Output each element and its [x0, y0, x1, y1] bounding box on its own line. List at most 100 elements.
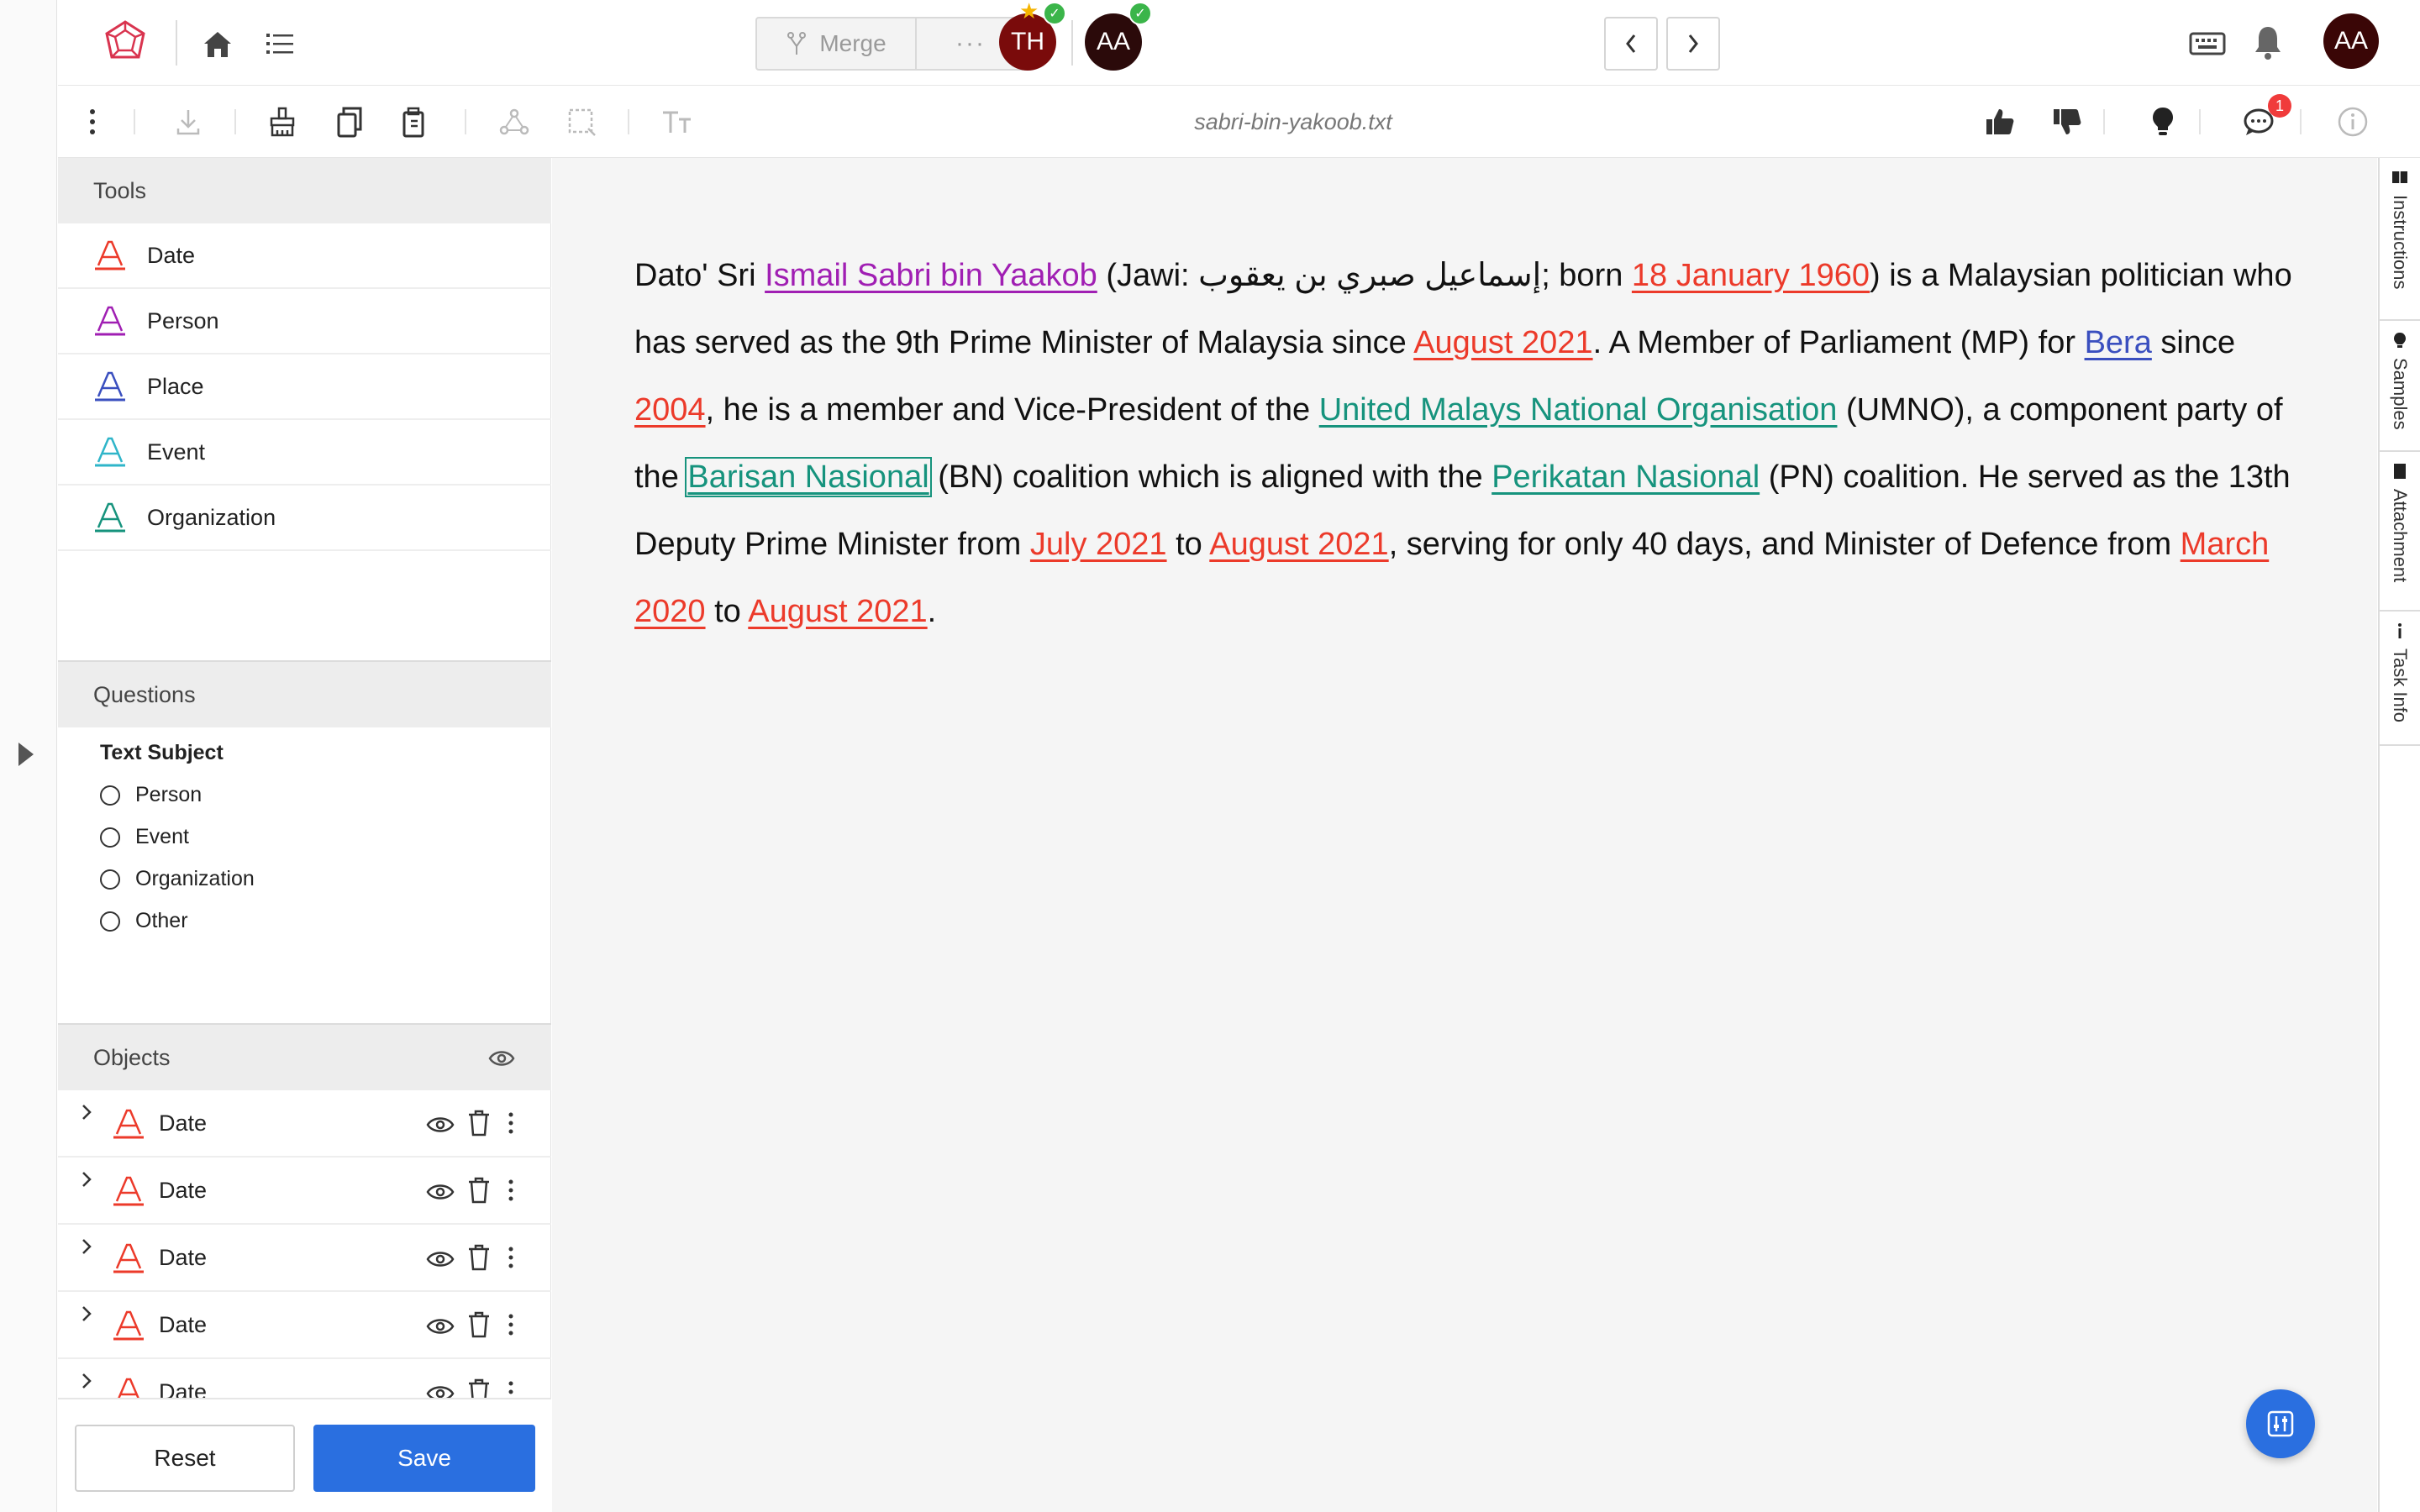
- tool-label: Organization: [147, 504, 276, 530]
- entity-date[interactable]: 2004: [634, 392, 706, 428]
- radio-label: Event: [135, 825, 189, 848]
- document-canvas: Dato' Sri Ismail Sabri bin Yaakob (Jawi:…: [552, 158, 2377, 1512]
- chevron-right-icon[interactable]: [78, 1304, 95, 1324]
- eye-icon[interactable]: [426, 1178, 455, 1206]
- expand-panel-icon[interactable]: [18, 743, 34, 766]
- vertical-dots-icon[interactable]: [503, 1109, 518, 1137]
- tab-label: Instructions: [2390, 195, 2411, 290]
- radio-circle[interactable]: [100, 785, 120, 806]
- entity-org[interactable]: Perikatan Nasional: [1491, 459, 1760, 495]
- entity-org[interactable]: Barisan Nasional: [685, 457, 932, 497]
- object-row[interactable]: Date: [58, 1158, 551, 1225]
- thumbs-down-button[interactable]: [2048, 102, 2086, 141]
- vertical-dots-icon[interactable]: [503, 1243, 518, 1272]
- paste-button[interactable]: [396, 102, 434, 141]
- download-button[interactable]: [169, 102, 208, 141]
- radio-circle[interactable]: [100, 911, 120, 932]
- tool-date[interactable]: Date: [58, 223, 551, 289]
- tab-samples[interactable]: Samples: [2380, 321, 2420, 452]
- objects-section-header: Objects: [58, 1023, 551, 1090]
- chevron-right-icon[interactable]: [78, 1371, 95, 1391]
- text-span: Dato' Sri: [634, 258, 765, 293]
- keyboard-icon[interactable]: [2189, 27, 2226, 60]
- radio-option-organization[interactable]: Organization: [100, 867, 255, 891]
- relation-button[interactable]: [495, 102, 534, 141]
- radio-label: Person: [135, 783, 203, 806]
- document-filename: sabri-bin-yakoob.txt: [1194, 109, 1392, 134]
- object-row[interactable]: Date: [58, 1090, 551, 1158]
- paste-icon: [402, 107, 424, 138]
- tool-person[interactable]: Person: [58, 289, 551, 354]
- entity-date[interactable]: August 2021: [748, 594, 927, 629]
- notifications-bell-icon[interactable]: [2251, 22, 2285, 62]
- divider: [2300, 109, 2302, 134]
- radio-circle[interactable]: [100, 827, 120, 848]
- entity-date[interactable]: 18 January 1960: [1632, 258, 1870, 293]
- text-span: since: [2151, 325, 2236, 360]
- entity-place[interactable]: Bera: [2085, 325, 2152, 360]
- trash-icon[interactable]: [466, 1176, 492, 1205]
- entity-org[interactable]: United Malays National Organisation: [1319, 392, 1838, 428]
- info-button[interactable]: [2333, 102, 2372, 141]
- entity-person[interactable]: Ismail Sabri bin Yaakob: [765, 258, 1097, 293]
- avatar-initials: TH: [1011, 28, 1044, 55]
- user-avatar[interactable]: AA: [2323, 13, 2379, 69]
- vertical-dots-icon[interactable]: [503, 1310, 518, 1339]
- object-row[interactable]: Date: [58, 1225, 551, 1292]
- toolbar-menu-button[interactable]: [73, 102, 112, 141]
- tool-place[interactable]: Place: [58, 354, 551, 420]
- text-size-button[interactable]: [658, 102, 697, 141]
- entity-date[interactable]: August 2021: [1209, 527, 1388, 562]
- radio-circle[interactable]: [100, 869, 120, 890]
- app-logo-icon[interactable]: [100, 17, 150, 67]
- copy-button[interactable]: [330, 102, 369, 141]
- tab-attachment[interactable]: Attachment: [2380, 452, 2420, 612]
- settings-fab-button[interactable]: [2246, 1389, 2315, 1458]
- document-text[interactable]: Dato' Sri Ismail Sabri bin Yaakob (Jawi:…: [634, 242, 2307, 645]
- tool-label: Place: [147, 373, 204, 399]
- chevron-right-icon[interactable]: [78, 1169, 95, 1189]
- person-annotation-icon: [95, 306, 125, 336]
- sliders-icon: [2267, 1410, 2294, 1437]
- merge-icon: [787, 32, 807, 55]
- region-select-button[interactable]: [562, 102, 601, 141]
- chevron-right-icon[interactable]: [78, 1236, 95, 1257]
- eye-icon[interactable]: [426, 1245, 455, 1273]
- entity-date[interactable]: August 2021: [1413, 325, 1592, 360]
- save-button[interactable]: Save: [313, 1425, 535, 1492]
- task-list-icon[interactable]: [261, 25, 298, 62]
- radio-option-event[interactable]: Event: [100, 825, 189, 849]
- trash-icon[interactable]: [466, 1310, 492, 1339]
- radio-option-other[interactable]: Other: [100, 909, 188, 933]
- previous-task-button[interactable]: [1604, 17, 1658, 71]
- hint-button[interactable]: [2144, 102, 2182, 141]
- trash-icon[interactable]: [466, 1109, 492, 1137]
- chevron-right-icon[interactable]: [78, 1102, 95, 1122]
- object-row[interactable]: Date: [58, 1292, 551, 1359]
- eye-icon[interactable]: [488, 1045, 515, 1072]
- clear-button[interactable]: [263, 102, 302, 141]
- entity-date[interactable]: July 2021: [1030, 527, 1167, 562]
- tool-organization[interactable]: Organization: [58, 486, 551, 551]
- divider: [628, 109, 629, 134]
- thumbs-down-icon: [2054, 109, 2081, 134]
- tool-event[interactable]: Event: [58, 420, 551, 486]
- thumbs-up-button[interactable]: [1981, 102, 2019, 141]
- home-icon[interactable]: [199, 25, 236, 62]
- event-annotation-icon: [95, 437, 125, 467]
- merge-button[interactable]: Merge: [757, 18, 917, 69]
- eye-icon[interactable]: [426, 1110, 455, 1139]
- chevron-left-icon: [1626, 34, 1636, 53]
- next-task-button[interactable]: [1666, 17, 1720, 71]
- tab-task-info[interactable]: Task Info: [2380, 612, 2420, 746]
- lightbulb-icon: [2394, 333, 2406, 348]
- radio-option-person[interactable]: Person: [100, 783, 202, 807]
- trash-icon[interactable]: [466, 1243, 492, 1272]
- eye-icon[interactable]: [426, 1312, 455, 1341]
- dashed-select-icon: [568, 108, 596, 136]
- tab-instructions[interactable]: Instructions: [2380, 158, 2420, 321]
- vertical-dots-icon[interactable]: [503, 1176, 518, 1205]
- divider: [234, 109, 236, 134]
- object-label: Date: [159, 1178, 208, 1203]
- reset-button[interactable]: Reset: [75, 1425, 295, 1492]
